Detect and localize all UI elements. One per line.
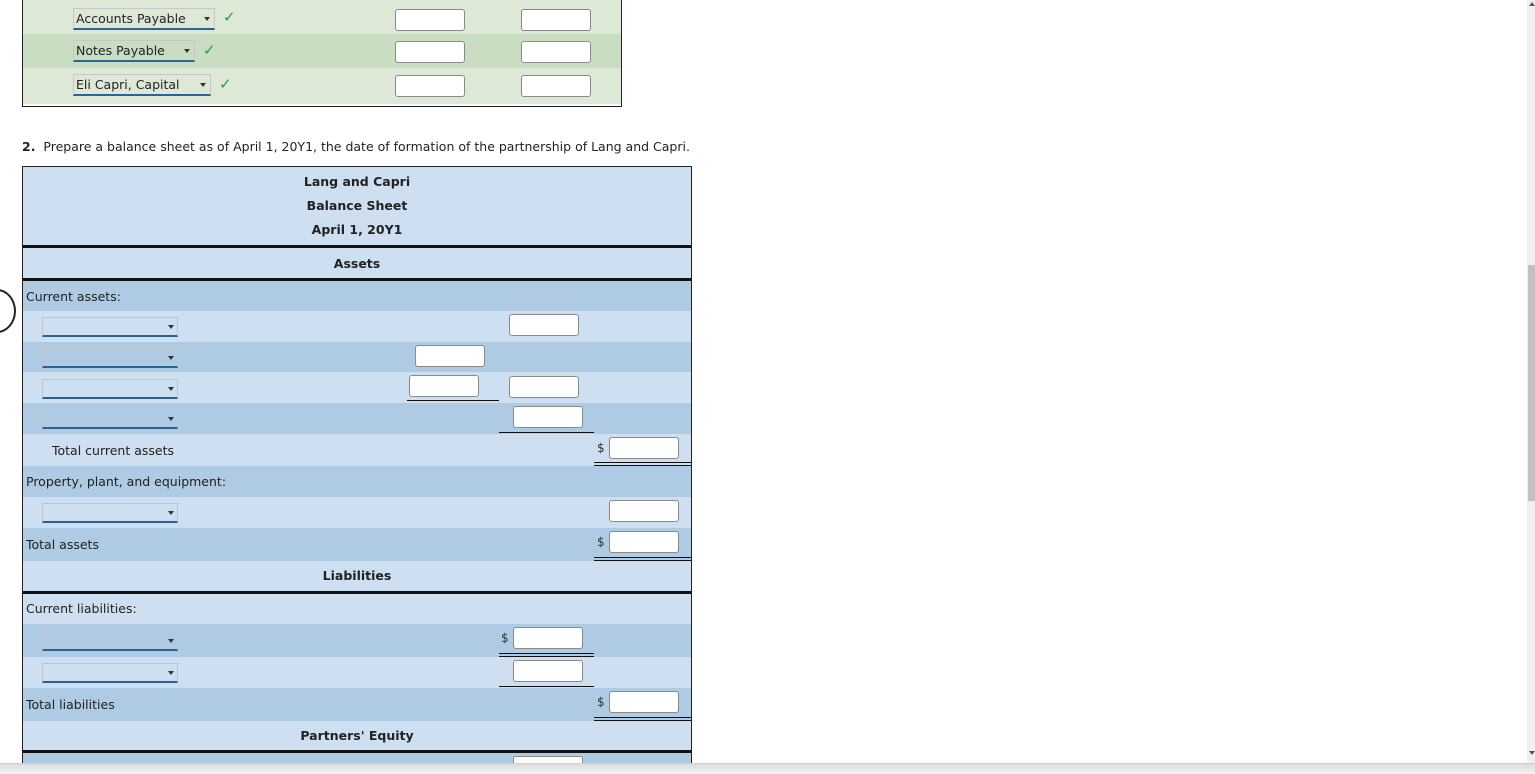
instruction-number: 2. [22,139,36,154]
chevron-down-icon [168,671,174,675]
account-select-value: Accounts Payable [76,11,186,26]
credit-input[interactable] [521,41,591,63]
account-select[interactable]: Accounts Payable [73,8,215,30]
check-icon: ✓ [223,8,236,26]
asset-row [23,342,691,372]
debit-input[interactable] [395,9,465,31]
horizontal-scrollbar[interactable] [0,763,1535,774]
credit-input[interactable] [521,9,591,31]
check-icon: ✓ [203,41,216,59]
statement-title: Balance Sheet [306,198,408,213]
section-title: Liabilities [322,568,392,583]
journal-row: Eli Capri, Capital ✓ [23,68,621,104]
total-current-assets-input[interactable] [609,437,679,459]
scrollbar-thumb[interactable] [1528,265,1535,501]
chevron-down-icon [168,325,174,329]
asset-row [23,372,691,403]
row-ppe-label: Property, plant, and equipment: [23,466,691,497]
account-select[interactable] [42,663,178,683]
row-label: Current assets: [26,289,121,304]
amount-input[interactable] [513,660,583,682]
step-marker-icon [0,289,16,333]
balance-sheet-table: Lang and Capri Balance Sheet April 1, 20… [22,166,692,767]
account-select[interactable] [42,503,178,523]
check-icon: ✓ [219,75,232,93]
amount-input[interactable] [509,314,579,336]
amount-input[interactable] [509,376,579,398]
row-total-liabilities: Total liabilities $ [23,688,691,721]
statement-date: April 1, 20Y1 [311,222,403,237]
row-label: Current liabilities: [26,601,137,616]
amount-input[interactable] [513,406,583,428]
amount-input[interactable] [609,500,679,522]
total-liabilities-input[interactable] [609,691,679,713]
row-current-liabilities-label: Current liabilities: [23,594,691,624]
dollar-sign: $ [597,441,605,455]
row-label: Property, plant, and equipment: [26,474,227,489]
dollar-sign: $ [597,535,605,549]
row-total-current-assets: Total current assets $ [23,434,691,466]
debit-input[interactable] [395,41,465,63]
row-label: Total liabilities [26,697,115,712]
scroll-down-icon[interactable] [1529,751,1535,755]
chevron-down-icon [168,356,174,360]
amount-input[interactable] [409,375,479,397]
account-select-value: Notes Payable [76,43,165,58]
chevron-down-icon [168,387,174,391]
section-header-assets: Assets [23,248,691,278]
subtotal-underline [499,686,594,687]
dollar-sign: $ [597,695,605,709]
section-title: Partners' Equity [300,728,414,743]
debit-input[interactable] [395,75,465,97]
chevron-down-icon [168,417,174,421]
amount-input[interactable] [415,345,485,367]
dollar-sign: $ [501,631,509,645]
chevron-down-icon [200,83,206,87]
amount-input[interactable] [513,627,583,649]
chevron-down-icon [168,639,174,643]
journal-entry-table: Accounts Payable ✓ Notes Payable ✓ Eli C… [22,0,622,107]
section-title: Assets [333,256,381,271]
account-select-value: Eli Capri, Capital [76,77,180,92]
row-label: Total assets [26,537,99,552]
account-select[interactable] [42,317,178,337]
section-header-equity: Partners' Equity [23,721,691,750]
asset-row [23,311,691,342]
balance-sheet-header: Lang and Capri Balance Sheet April 1, 20… [23,167,691,246]
asset-row [23,497,691,528]
account-select[interactable] [42,348,178,368]
chevron-down-icon [168,511,174,515]
account-select[interactable] [42,379,178,399]
scroll-up-icon[interactable] [1529,2,1535,6]
asset-row [23,403,691,434]
subtotal-underline [499,432,594,433]
journal-row: Notes Payable ✓ [23,34,621,68]
total-assets-input[interactable] [609,531,679,553]
row-current-assets-label: Current assets: [23,281,691,311]
account-select[interactable]: Notes Payable [73,40,195,62]
instruction-text: 2. Prepare a balance sheet as of April 1… [22,139,690,154]
company-name: Lang and Capri [303,174,411,189]
account-select[interactable]: Eli Capri, Capital [73,74,211,96]
liability-row: $ [23,624,691,657]
instruction-body: Prepare a balance sheet as of April 1, 2… [43,139,690,154]
account-select[interactable] [42,631,178,651]
chevron-down-icon [204,17,210,21]
row-total-assets: Total assets $ [23,528,691,561]
subtotal-underline [407,400,499,401]
journal-row: Accounts Payable ✓ [23,0,621,34]
liability-row [23,657,691,688]
section-header-liabilities: Liabilities [23,561,691,591]
credit-input[interactable] [521,75,591,97]
chevron-down-icon [184,49,190,53]
row-label: Total current assets [52,443,175,458]
account-select[interactable] [42,409,178,429]
